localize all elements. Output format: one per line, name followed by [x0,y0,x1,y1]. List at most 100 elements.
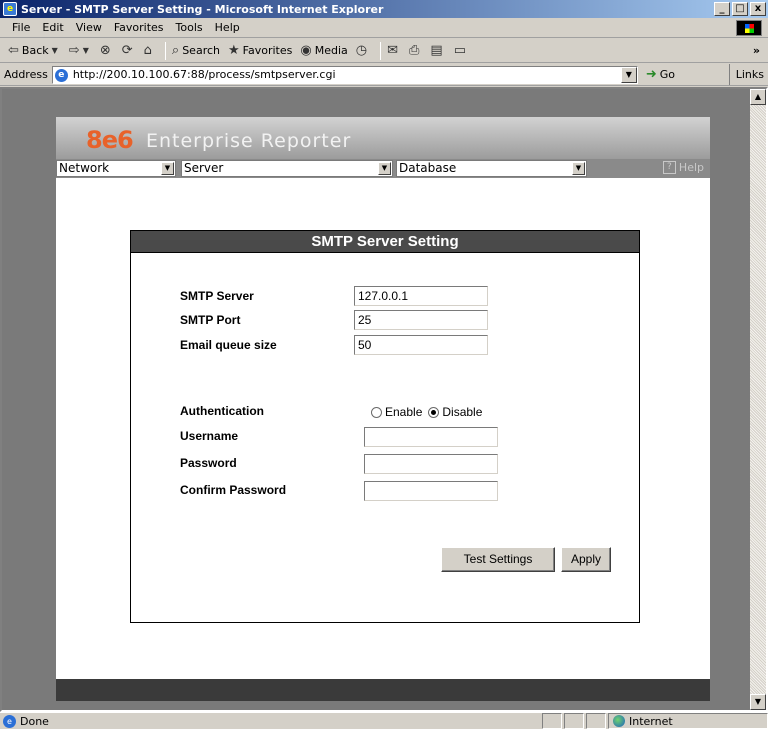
page-done-icon: e [3,714,16,728]
search-icon: ⌕ [171,43,180,58]
menu-edit[interactable]: Edit [36,21,69,34]
smtp-server-label: SMTP Server [180,289,254,303]
scroll-down-button[interactable]: ▼ [750,694,766,710]
status-text: Done [20,714,49,728]
web-page: 8e6 Enterprise Reporter Network ▼ Server… [56,117,710,701]
authentication-options: Enable Disable [371,405,482,419]
security-zone: Internet [608,713,768,729]
refresh-button[interactable]: ⟳ [122,43,136,58]
auth-disable-radio[interactable] [428,406,440,418]
stop-icon: ⊗ [99,43,111,58]
network-select[interactable]: Network ▼ [56,160,176,177]
menu-view[interactable]: View [70,21,108,34]
chevron-down-icon: ▼ [378,162,391,175]
discuss-button[interactable]: ▭ [454,43,469,58]
windows-logo-icon [736,20,762,36]
chevron-down-icon: ▼ [51,46,58,55]
smtp-settings-panel: SMTP Server Setting SMTP Server 127.0.0.… [130,230,640,623]
smtp-port-input[interactable]: 25 [354,310,488,330]
app-brand: Enterprise Reporter [146,130,352,152]
database-select[interactable]: Database ▼ [396,160,587,177]
auth-enable-label: Enable [385,405,423,419]
authentication-label: Authentication [180,404,264,418]
home-icon: ⌂ [143,43,152,58]
address-bar: Address e http://200.10.100.67:88/proces… [0,64,768,86]
browser-viewport: 8e6 Enterprise Reporter Network ▼ Server… [0,87,768,712]
help-icon: ? [662,161,676,174]
status-pane [564,713,584,729]
status-pane [542,713,562,729]
forward-button[interactable]: ⇨ ▼ [69,43,92,58]
email-queue-label: Email queue size [180,338,277,352]
scroll-up-button[interactable]: ▲ [750,89,766,105]
standard-toolbar: ⇦ Back ▼ ⇨ ▼ ⊗ ⟳ ⌂ ⌕ Search ★ Favorites … [0,39,768,63]
menu-help[interactable]: Help [209,21,246,34]
apply-button[interactable]: Apply [561,547,611,572]
mail-button[interactable]: ✉ [387,43,401,58]
password-input[interactable] [364,454,498,474]
back-button[interactable]: ⇦ Back ▼ [8,43,61,58]
address-input[interactable]: e http://200.10.100.67:88/process/smtpse… [51,65,638,84]
app-banner: 8e6 Enterprise Reporter [56,117,710,159]
status-bar: e Done Internet [0,712,768,729]
vertical-scrollbar[interactable]: ▲ ▼ [750,89,766,710]
minimize-button[interactable]: _ [714,2,730,16]
discuss-icon: ▭ [453,43,466,58]
menu-file[interactable]: File [6,21,36,34]
confirm-password-label: Confirm Password [180,483,287,497]
app-logo: 8e6 [86,126,134,154]
help-link[interactable]: ? Help [662,161,704,174]
maximize-button[interactable]: □ [732,2,748,16]
page-footer-bar [56,679,710,701]
email-queue-input[interactable]: 50 [354,335,488,355]
window-titlebar: e Server - SMTP Server Setting - Microso… [0,0,768,18]
refresh-icon: ⟳ [121,43,133,58]
auth-enable-radio[interactable] [371,406,382,418]
print-button[interactable]: ⎙ [409,43,422,58]
edit-button[interactable]: ▤ [430,43,445,58]
toolbar-overflow-button[interactable]: » [753,44,760,57]
server-select[interactable]: Server ▼ [181,160,393,177]
username-input[interactable] [364,427,498,447]
print-icon: ⎙ [409,43,420,58]
window-title: Server - SMTP Server Setting - Microsoft… [21,2,384,16]
history-button[interactable]: ◷ [356,43,370,58]
edit-icon: ▤ [430,43,443,58]
chevron-down-icon: ▼ [82,46,89,55]
forward-arrow-icon: ⇨ [68,43,80,58]
media-button[interactable]: ◉ Media [300,43,347,58]
password-label: Password [180,456,237,470]
search-button[interactable]: ⌕ Search [172,43,220,58]
address-label: Address [4,68,48,81]
go-arrow-icon: ➜ [645,67,657,82]
ie-app-icon: e [3,2,17,16]
stop-button[interactable]: ⊗ [100,43,114,58]
smtp-server-input[interactable]: 127.0.0.1 [354,286,488,306]
back-arrow-icon: ⇦ [8,43,19,58]
favorites-button[interactable]: ★ Favorites [228,43,292,58]
mail-icon: ✉ [387,43,398,58]
home-button[interactable]: ⌂ [144,43,155,58]
favorites-icon: ★ [228,43,240,58]
links-button[interactable]: Links [728,64,768,85]
go-button[interactable]: ➜ Go [646,67,675,82]
panel-title: SMTP Server Setting [131,231,639,253]
close-button[interactable]: x [750,2,766,16]
address-dropdown-button[interactable]: ▼ [620,66,637,83]
auth-disable-label: Disable [442,405,483,419]
nav-bar: Network ▼ Server ▼ Database ▼ ? Help [56,159,710,178]
media-icon: ◉ [300,43,312,58]
menu-bar: File Edit View Favorites Tools Help [0,18,768,38]
smtp-port-label: SMTP Port [180,313,241,327]
address-url: http://200.10.100.67:88/process/smtpserv… [72,68,336,81]
toolbar-separator [380,41,382,60]
test-settings-button[interactable]: Test Settings [441,547,555,572]
chevron-down-icon: ▼ [572,162,585,175]
confirm-password-input[interactable] [364,481,498,501]
menu-favorites[interactable]: Favorites [108,21,170,34]
username-label: Username [180,429,239,443]
page-icon: e [54,68,68,82]
internet-globe-icon [613,715,625,727]
toolbar-separator [164,41,166,60]
menu-tools[interactable]: Tools [170,21,209,34]
